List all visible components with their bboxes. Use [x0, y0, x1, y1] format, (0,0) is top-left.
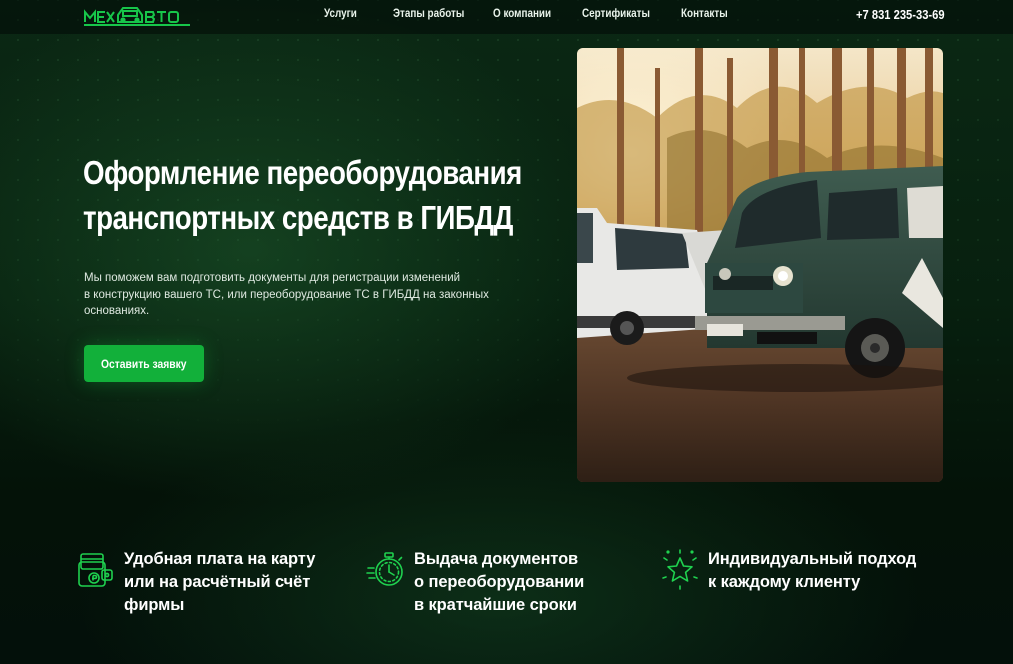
hero-description-line: основаниях. — [84, 305, 150, 317]
feature-payment-text: Удобная плата на карту или на расчётный … — [124, 548, 315, 617]
feature-line: к каждому клиенту — [708, 573, 861, 591]
feature-line: Индивидуальный подход — [708, 550, 917, 568]
feature-line: в кратчайшие сроки — [414, 596, 577, 614]
hero-title-line: транспортных средств в ГИБДД — [83, 199, 513, 236]
nav-link-work-stages[interactable]: Этапы работы — [393, 8, 464, 20]
landing-page: Услуги Этапы работы О компании Сертифика… — [0, 0, 1013, 664]
hero-description-line: Мы поможем вам подготовить документы для… — [84, 272, 461, 284]
hero-photo — [577, 48, 943, 482]
feature-line: фирмы — [124, 596, 185, 614]
feature-individual-text: Индивидуальный подход к каждому клиенту — [708, 548, 916, 594]
stopwatch-icon — [366, 552, 403, 586]
hero-description-line: в конструкцию вашего ТС, или переоборудо… — [84, 288, 489, 301]
vans-in-forest-photo — [577, 48, 943, 482]
feature-payment: Удобная плата на карту или на расчётный … — [76, 548, 315, 617]
feature-individual: Индивидуальный подход к каждому клиенту — [660, 548, 916, 594]
nav-link-contacts[interactable]: Контакты — [681, 8, 728, 20]
nav-link-services[interactable]: Услуги — [324, 8, 357, 20]
nav-link-about[interactable]: О компании — [493, 8, 551, 20]
submit-request-button-label: Оставить заявку — [101, 356, 187, 371]
wallet-card-icon — [78, 553, 113, 587]
feature-documents: Выдача документов о переоборудовании в к… — [366, 548, 584, 617]
hero-title-line: Оформление переоборудования — [83, 154, 522, 191]
logo[interactable] — [83, 4, 191, 28]
feature-line: или на расчётный счёт — [124, 573, 311, 591]
site-header: Услуги Этапы работы О компании Сертифика… — [0, 0, 1013, 34]
phone-link[interactable]: +7 831 235-33-69 — [856, 7, 945, 22]
feature-line: о переоборудовании — [414, 573, 585, 591]
star-sparkle-icon — [662, 549, 698, 590]
hero-title: Оформление переоборудования транспортных… — [83, 150, 553, 240]
nav-link-certificates[interactable]: Сертификаты — [582, 8, 650, 20]
feature-line: Удобная плата на карту — [124, 550, 316, 568]
submit-request-button[interactable]: Оставить заявку — [84, 345, 204, 382]
feature-documents-text: Выдача документов о переоборудовании в к… — [414, 548, 584, 617]
logo-icon — [84, 7, 190, 26]
feature-line: Выдача документов — [414, 550, 579, 568]
hero-description: Мы поможем вам подготовить документы для… — [84, 270, 524, 320]
